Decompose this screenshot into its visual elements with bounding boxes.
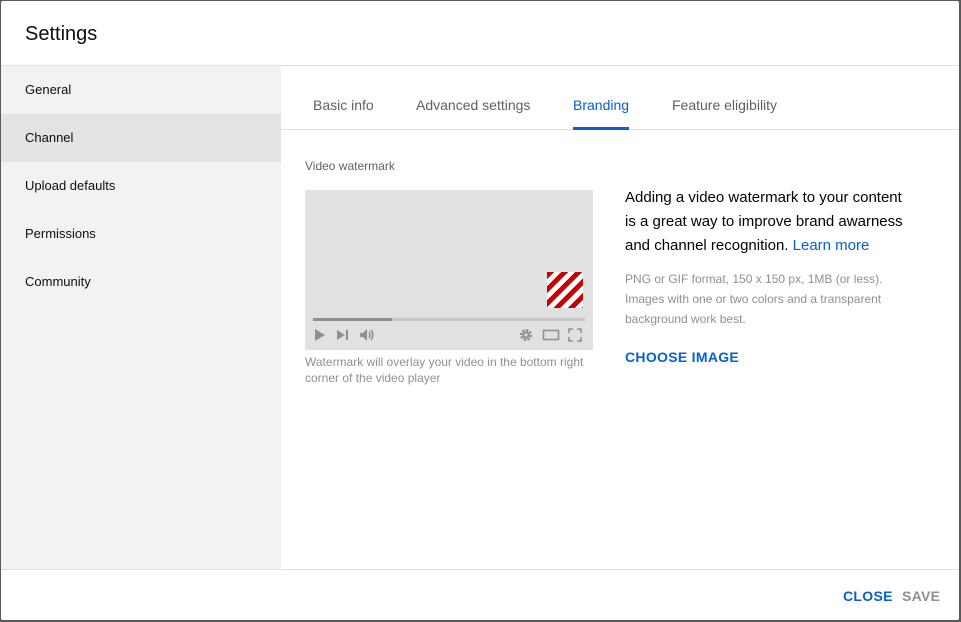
- close-button[interactable]: CLOSE: [843, 588, 893, 604]
- gear-icon: [519, 328, 533, 342]
- settings-sidebar: General Channel Upload defaults Permissi…: [1, 66, 281, 570]
- progress-bar: [313, 318, 585, 321]
- play-icon: [314, 328, 326, 342]
- tab-bar: Basic info Advanced settings Branding Fe…: [281, 66, 959, 130]
- tab-label: Feature eligibility: [672, 97, 778, 113]
- volume-icon: [359, 328, 375, 342]
- theater-icon: [542, 328, 560, 342]
- tab-label: Basic info: [313, 97, 374, 113]
- section-label: Video watermark: [305, 159, 395, 173]
- progress-fill: [313, 318, 392, 321]
- dialog-footer: CLOSE SAVE: [1, 569, 959, 620]
- save-button[interactable]: SAVE: [902, 588, 940, 604]
- watermark-caption: Watermark will overlay your video in the…: [305, 355, 584, 385]
- tab-feature-eligibility[interactable]: Feature eligibility: [672, 66, 777, 129]
- settings-dialog: Settings General Channel Upload defaults…: [1, 1, 959, 620]
- video-player-preview: [305, 190, 593, 350]
- sidebar-item-channel[interactable]: Channel: [1, 114, 281, 162]
- tab-underline: [573, 127, 630, 130]
- tab-basic-info[interactable]: Basic info: [313, 66, 374, 129]
- tab-advanced-settings[interactable]: Advanced settings: [416, 66, 530, 129]
- next-icon: [336, 328, 350, 342]
- sidebar-item-permissions[interactable]: Permissions: [1, 210, 281, 258]
- channel-settings-panel: Basic info Advanced settings Branding Fe…: [281, 66, 959, 570]
- tab-branding[interactable]: Branding: [573, 66, 630, 130]
- tab-label: Branding: [573, 97, 630, 113]
- dialog-header: Settings: [1, 1, 959, 66]
- dialog-title: Settings: [25, 23, 98, 45]
- learn-more-link[interactable]: Learn more: [793, 237, 870, 254]
- watermark-description: Adding a video watermark to your content…: [625, 186, 915, 258]
- watermark-preview: [547, 272, 583, 308]
- tab-label: Advanced settings: [416, 97, 531, 113]
- sidebar-item-upload-defaults[interactable]: Upload defaults: [1, 162, 281, 210]
- fullscreen-icon: [568, 328, 582, 342]
- sidebar-item-community[interactable]: Community: [1, 258, 281, 306]
- choose-image-button[interactable]: CHOOSE IMAGE: [625, 349, 739, 365]
- format-note: PNG or GIF format, 150 x 150 px, 1MB (or…: [625, 272, 883, 326]
- sidebar-item-general[interactable]: General: [1, 66, 281, 114]
